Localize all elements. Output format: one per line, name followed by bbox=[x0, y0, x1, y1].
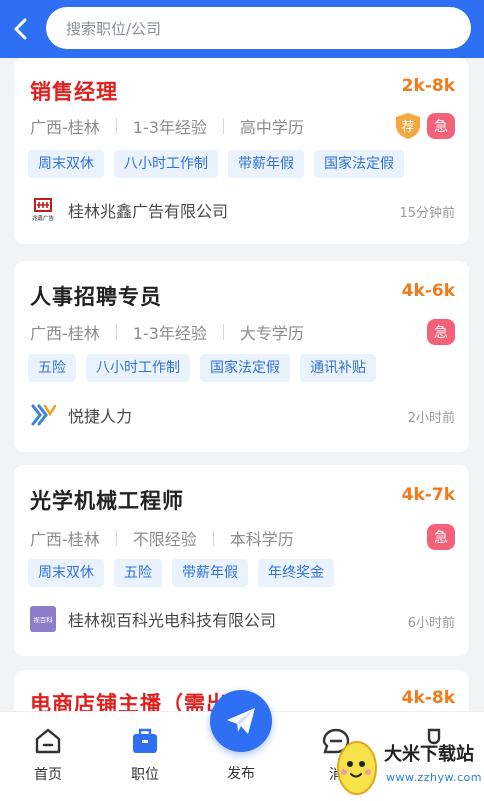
job-tag: 国家法定假 bbox=[200, 354, 290, 382]
job-salary: 2k-8k bbox=[401, 76, 455, 96]
urgent-badge: 急 bbox=[427, 113, 455, 139]
job-salary: 4k-7k bbox=[401, 485, 455, 505]
briefcase-icon bbox=[133, 728, 157, 753]
job-tag: 五险 bbox=[28, 354, 76, 382]
job-meta: 广西-桂林 1-3年经验 大专学历 bbox=[30, 320, 304, 344]
job-tag: 周末双休 bbox=[28, 150, 104, 178]
job-education: 高中学历 bbox=[239, 118, 304, 137]
job-tag: 五险 bbox=[114, 559, 162, 587]
job-tag: 带薪年假 bbox=[172, 559, 248, 587]
recommend-badge-icon: 荐 bbox=[396, 113, 420, 139]
job-title: 光学机械工程师 bbox=[30, 489, 184, 513]
company-logo: 兆鑫广告 bbox=[32, 198, 55, 222]
job-experience: 1-3年经验 bbox=[132, 118, 207, 137]
job-tag: 通讯补贴 bbox=[300, 354, 376, 382]
job-tag: 国家法定假 bbox=[314, 150, 404, 178]
job-title: 人事招聘专员 bbox=[30, 285, 162, 309]
job-card[interactable]: 销售经理 2k-8k 广西-桂林 1-3年经验 高中学历 荐 急 周末双休 八小… bbox=[14, 58, 469, 244]
nav-item-home[interactable]: 首页 bbox=[18, 720, 78, 784]
urgent-badge: 急 bbox=[427, 524, 455, 550]
company-name: 桂林视百科光电科技有限公司 bbox=[68, 611, 277, 630]
search-input[interactable]: 搜索职位/公司 bbox=[46, 7, 471, 49]
search-placeholder: 搜索职位/公司 bbox=[66, 19, 162, 38]
job-education: 大专学历 bbox=[239, 324, 304, 343]
nav-label: 职位 bbox=[131, 767, 159, 783]
company-info: 悦捷人力 bbox=[30, 402, 132, 428]
publish-label: 发布 bbox=[227, 766, 255, 782]
nav-item-jobs[interactable]: 职位 bbox=[115, 720, 175, 784]
back-arrow-icon[interactable] bbox=[9, 16, 35, 42]
watermark-title: 大米下载站 bbox=[384, 744, 474, 765]
job-card[interactable]: 人事招聘专员 4k-6k 广西-桂林 1-3年经验 大专学历 急 五险 八小时工… bbox=[14, 261, 469, 452]
job-tag: 八小时工作制 bbox=[114, 150, 218, 178]
urgent-badge: 急 bbox=[427, 319, 455, 345]
mascot-icon bbox=[337, 741, 377, 795]
job-experience: 不限经验 bbox=[132, 530, 197, 549]
job-tags: 五险 八小时工作制 国家法定假 通讯补贴 bbox=[28, 354, 376, 382]
job-card[interactable]: 光学机械工程师 4k-7k 广西-桂林 不限经验 本科学历 急 周末双休 五险 … bbox=[14, 465, 469, 656]
job-location: 广西-桂林 bbox=[30, 324, 100, 343]
publish-button[interactable] bbox=[210, 690, 272, 752]
job-tag: 八小时工作制 bbox=[86, 354, 190, 382]
job-location: 广西-桂林 bbox=[30, 530, 100, 549]
company-logo-text: 兆鑫广告 bbox=[32, 214, 55, 222]
job-salary: 4k-8k bbox=[401, 688, 455, 708]
job-location: 广西-桂林 bbox=[30, 118, 100, 137]
company-name: 悦捷人力 bbox=[68, 407, 133, 426]
job-meta: 广西-桂林 1-3年经验 高中学历 bbox=[30, 114, 304, 138]
company-logo bbox=[31, 404, 56, 426]
watermark: 大米下载站 www.zzhyw.com bbox=[332, 728, 484, 800]
paper-plane-icon bbox=[227, 708, 255, 734]
job-tag: 周末双休 bbox=[28, 559, 104, 587]
post-time: 6小时前 bbox=[407, 616, 455, 631]
company-info: 兆鑫广告 桂林兆鑫广告有限公司 bbox=[30, 197, 228, 223]
job-tags: 周末双休 八小时工作制 带薪年假 国家法定假 bbox=[28, 150, 404, 178]
recommend-badge-text: 荐 bbox=[401, 120, 414, 135]
company-name: 桂林兆鑫广告有限公司 bbox=[68, 202, 229, 221]
company-logo-text: 视百科 bbox=[33, 615, 53, 624]
company-info: 视百科 桂林视百科光电科技有限公司 bbox=[30, 606, 276, 632]
header-bar: 搜索职位/公司 bbox=[0, 0, 484, 58]
company-logo: 视百科 bbox=[30, 606, 56, 632]
job-experience: 1-3年经验 bbox=[132, 324, 207, 343]
job-salary: 4k-6k bbox=[401, 281, 455, 301]
nav-label: 首页 bbox=[34, 767, 62, 783]
job-tag: 带薪年假 bbox=[228, 150, 304, 178]
job-tags: 周末双休 五险 带薪年假 年终奖金 bbox=[28, 559, 334, 587]
post-time: 2小时前 bbox=[407, 411, 455, 426]
post-time: 15分钟前 bbox=[399, 206, 455, 221]
job-meta: 广西-桂林 不限经验 本科学历 bbox=[30, 526, 294, 550]
job-education: 本科学历 bbox=[229, 530, 294, 549]
home-icon bbox=[35, 728, 61, 754]
job-tag: 年终奖金 bbox=[258, 559, 334, 587]
job-title: 销售经理 bbox=[30, 80, 118, 104]
watermark-url: www.zzhyw.com bbox=[386, 771, 482, 784]
